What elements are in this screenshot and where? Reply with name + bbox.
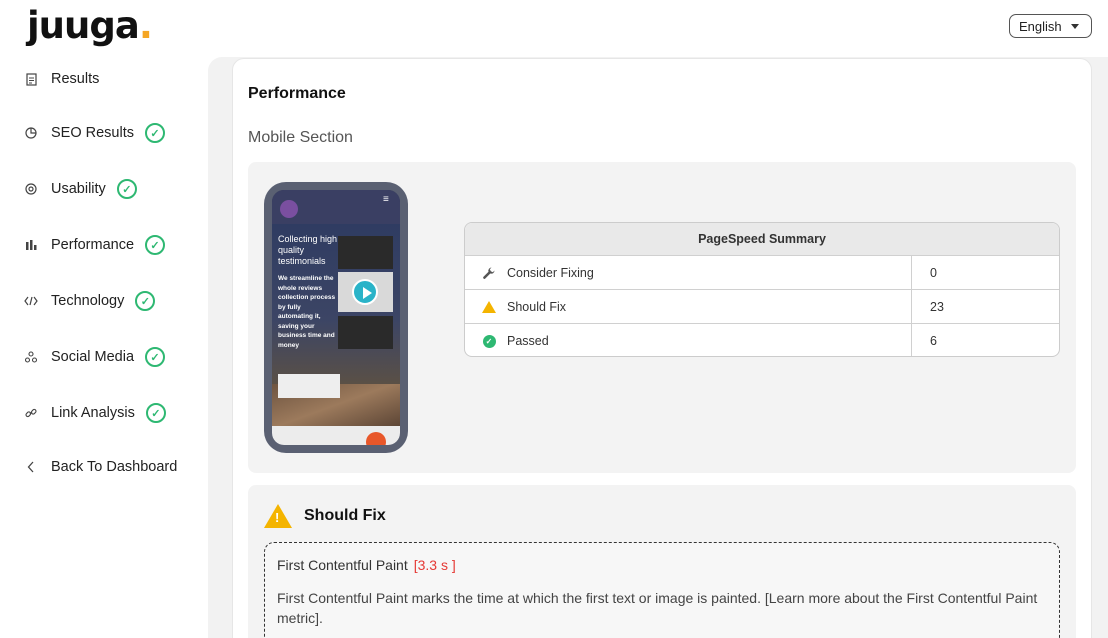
- sidebar-item-usability[interactable]: Usability ✓: [24, 174, 137, 204]
- page-title: Performance: [248, 85, 346, 102]
- sidebar-item-seo-results[interactable]: SEO Results ✓: [24, 118, 165, 148]
- bar-chart-icon: [24, 239, 38, 251]
- sidebar-item-technology[interactable]: Technology ✓: [24, 286, 156, 316]
- video-thumbnail: [338, 316, 393, 349]
- row-label-cell: Should Fix: [465, 290, 912, 323]
- row-label: Consider Fixing: [507, 265, 594, 280]
- play-icon: [352, 279, 378, 305]
- audit-description: First Contentful Paint marks the time at…: [277, 590, 1038, 626]
- check-circle-icon: ✓: [145, 347, 166, 367]
- row-label: Should Fix: [507, 299, 567, 314]
- sidebar-item-label: Usability: [51, 181, 106, 197]
- row-value: 6: [930, 334, 937, 348]
- row-label-cell: Consider Fixing: [465, 256, 912, 289]
- social-icon: [24, 351, 38, 363]
- link-icon: [24, 407, 38, 419]
- row-value: 23: [930, 299, 944, 314]
- section-title: Mobile Section: [248, 129, 353, 146]
- check-circle-icon: ✓: [135, 291, 156, 311]
- should-fix-title: Should Fix: [304, 507, 386, 524]
- sidebar-item-social-media[interactable]: Social Media ✓: [24, 342, 166, 372]
- app-logo[interactable]: juuga.: [27, 4, 153, 47]
- audit-name: First Contentful Paint: [277, 557, 408, 573]
- check-circle-icon: ✓: [145, 123, 165, 143]
- sidebar-item-back-to-dashboard[interactable]: Back To Dashboard: [24, 452, 177, 482]
- sidebar-item-label: Performance: [51, 237, 135, 253]
- video-thumbnail: [338, 236, 393, 269]
- check-circle-icon: ✓: [116, 179, 137, 199]
- sidebar-item-label: Results: [51, 71, 100, 87]
- audit-title-row: First Contentful Paint [3.3 s ]: [277, 557, 456, 573]
- warning-icon: !: [264, 504, 292, 528]
- table-row: ✓ Passed 6: [465, 324, 1059, 356]
- mobile-screenshot: ≡ Collecting high quality testimonials W…: [272, 190, 400, 445]
- row-label-cell: ✓ Passed: [465, 324, 912, 356]
- usability-icon: [24, 183, 38, 195]
- chat-bubble-icon: [366, 432, 386, 445]
- hamburger-icon: ≡: [383, 194, 389, 205]
- table-row: Should Fix 23: [465, 290, 1059, 324]
- check-circle-icon: ✓: [145, 403, 166, 423]
- caret-down-icon: [1070, 23, 1079, 29]
- sidebar-item-label: Social Media: [51, 349, 135, 365]
- check-circle-icon: ✓: [481, 334, 497, 348]
- table-row: Consider Fixing 0: [465, 256, 1059, 290]
- site-input: [278, 374, 340, 398]
- sidebar-item-label: SEO Results: [51, 125, 134, 141]
- should-fix-header: ! Should Fix: [264, 504, 386, 528]
- site-subtext: We streamline the whole reviews collecti…: [278, 275, 336, 349]
- pie-chart-icon: [24, 127, 38, 139]
- check-circle-icon: ✓: [145, 235, 166, 255]
- sidebar-item-link-analysis[interactable]: Link Analysis ✓: [24, 398, 166, 428]
- language-select[interactable]: English: [1009, 14, 1092, 38]
- row-value: 0: [930, 265, 937, 280]
- row-label: Passed: [507, 334, 549, 348]
- site-headline: Collecting high quality testimonials: [278, 234, 338, 266]
- chevron-left-icon: [24, 461, 38, 473]
- audit-item[interactable]: First Contentful Paint [3.3 s ] First Con…: [264, 542, 1060, 638]
- pagespeed-summary-table: PageSpeed Summary Consider Fixing 0 Shou…: [464, 222, 1060, 357]
- wrench-icon: [481, 266, 497, 280]
- sidebar-item-label: Back To Dashboard: [51, 459, 178, 475]
- document-icon: [24, 72, 38, 86]
- language-label: English: [1019, 18, 1062, 34]
- sidebar-item-label: Technology: [51, 293, 125, 309]
- site-logo: [280, 200, 298, 218]
- code-icon: [24, 296, 38, 306]
- sidebar-item-label: Link Analysis: [51, 405, 135, 421]
- audit-metric: [3.3 s ]: [413, 557, 456, 573]
- warning-icon: [481, 300, 497, 313]
- sidebar-item-performance[interactable]: Performance ✓: [24, 230, 166, 260]
- logo-dot: .: [138, 4, 153, 47]
- table-header: PageSpeed Summary: [465, 223, 1059, 256]
- sidebar-item-results[interactable]: Results: [24, 64, 99, 94]
- logo-text: juuga: [27, 4, 140, 47]
